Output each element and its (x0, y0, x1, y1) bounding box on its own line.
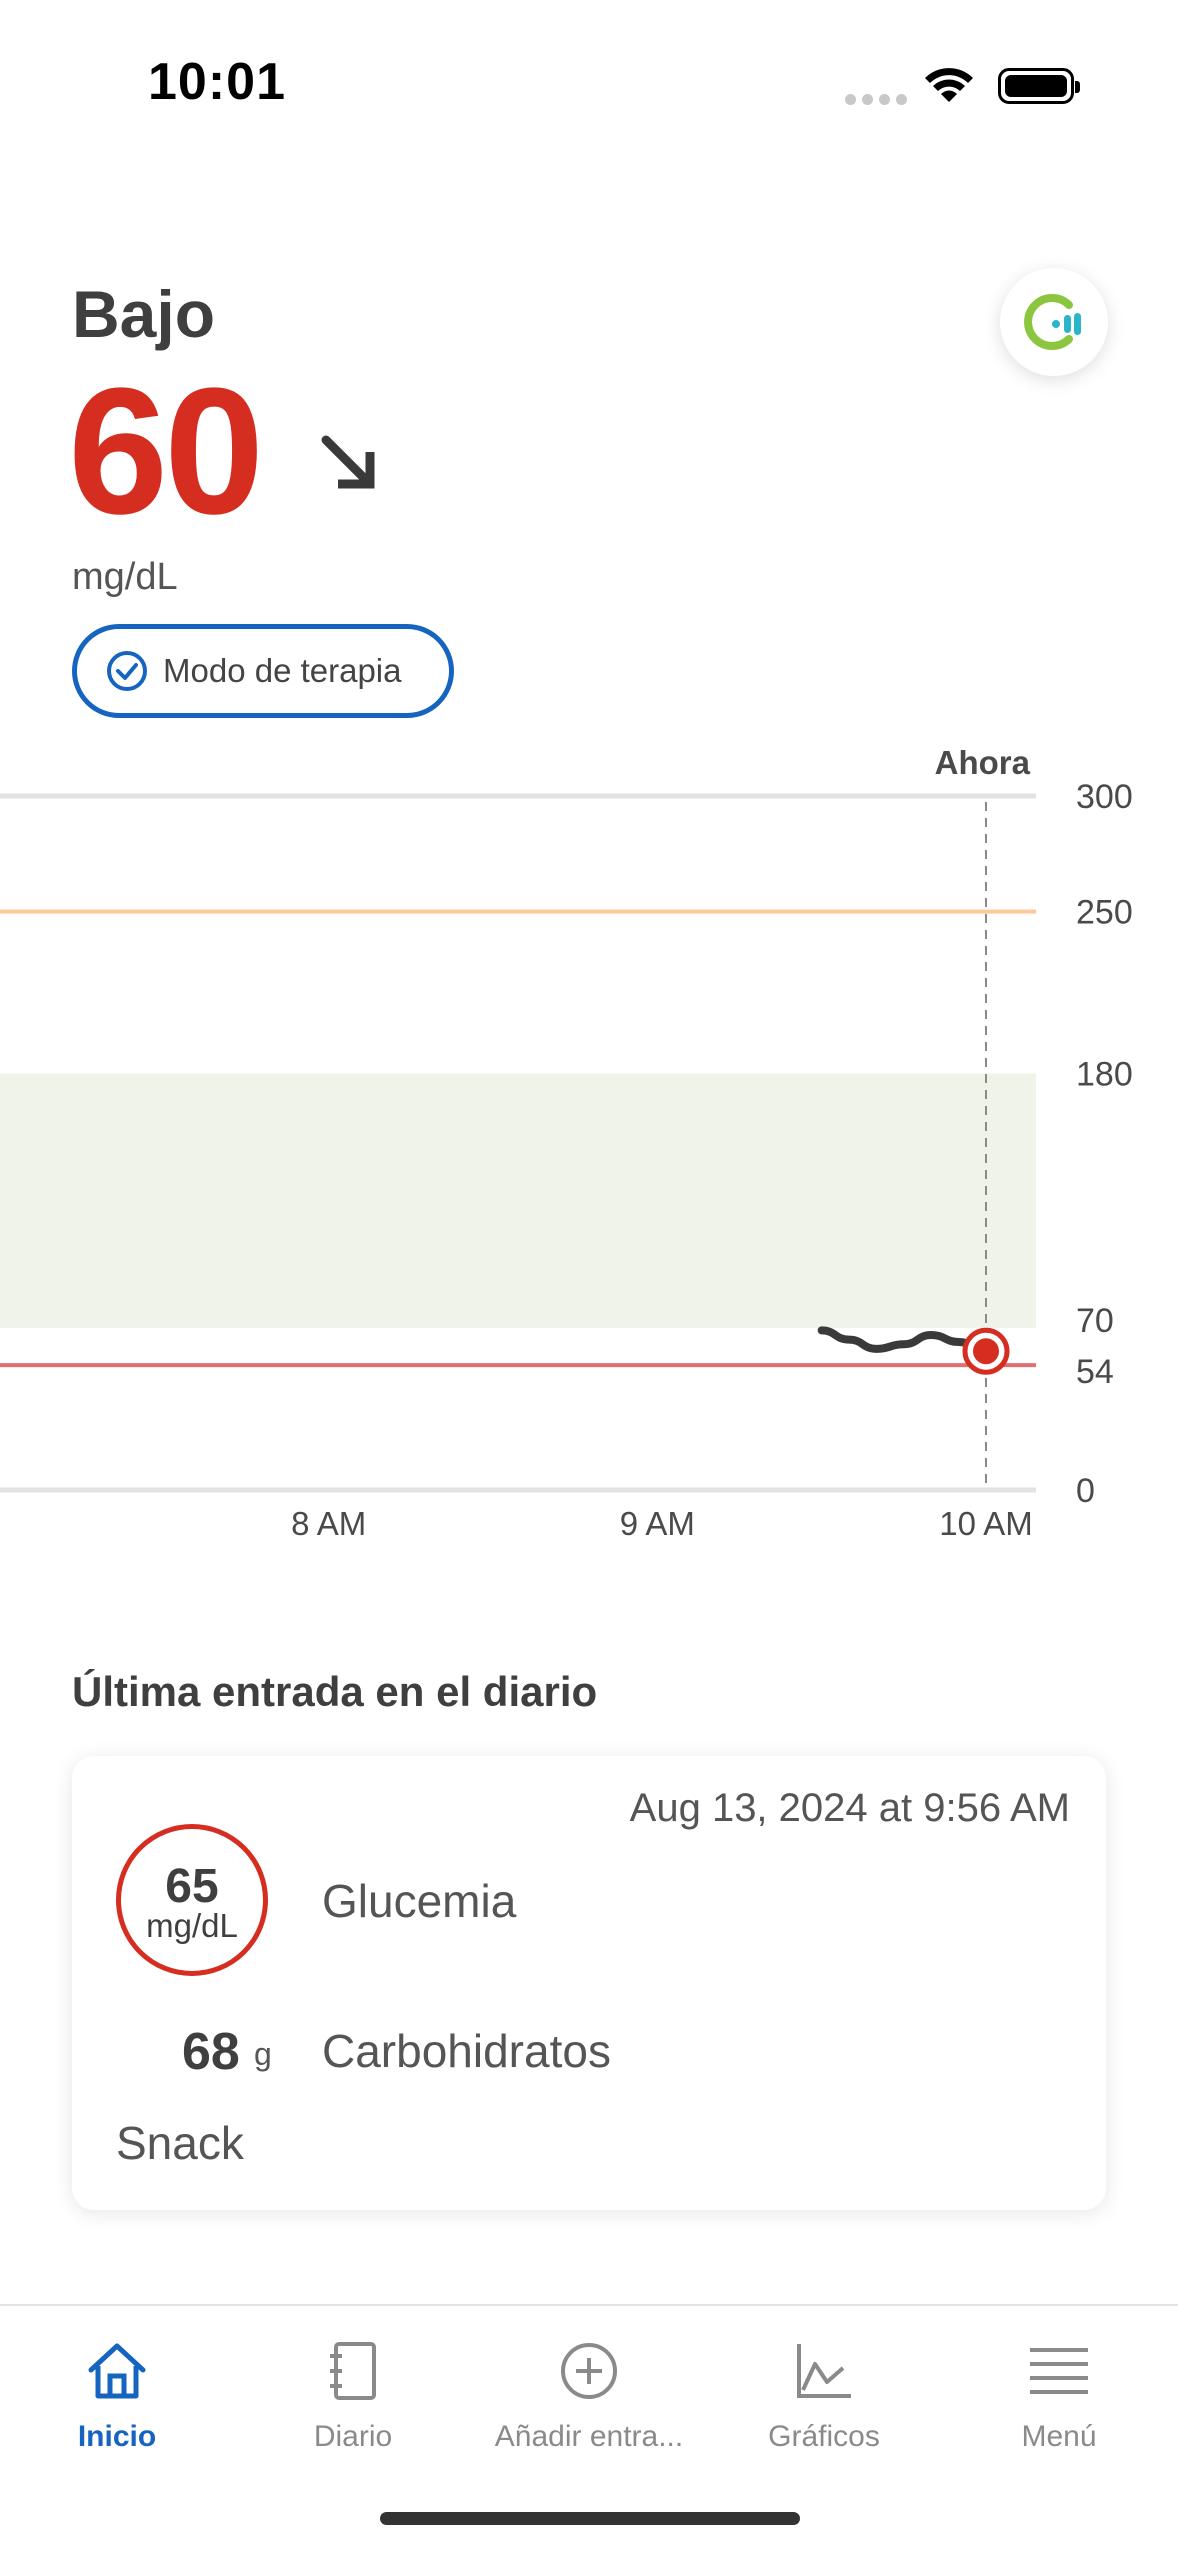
target-range-band (0, 1073, 1036, 1329)
y-tick-label: 250 (1076, 894, 1133, 932)
y-tick-label: 300 (1076, 778, 1133, 816)
journal-glucose-unit: mg/dL (146, 1907, 238, 1944)
journal-section-title: Última entrada en el diario (72, 1668, 598, 1715)
glucose-unit: mg/dL (72, 556, 178, 598)
journal-carbs-unit: g (254, 2036, 272, 2072)
y-tick-label: 0 (1076, 1472, 1095, 1510)
journal-entry-date: Aug 13, 2024 at 9:56 AM (629, 1786, 1070, 1830)
home-icon (88, 2343, 146, 2399)
now-label: Ahora (935, 744, 1031, 781)
status-time: 10:01 (148, 53, 286, 111)
logbook-icon (330, 2342, 376, 2400)
journal-carbs-label: Carbohidratos (322, 2025, 611, 2077)
journal-glucose-value: 65 (165, 1860, 219, 1913)
check-circle-icon (107, 651, 147, 691)
add-circle-icon (561, 2343, 617, 2399)
glucose-reading-badge: 65 mg/dL (116, 1824, 268, 1976)
cellular-signal-icon (845, 92, 913, 110)
wifi-icon (922, 64, 976, 109)
arrow-down-right-icon (318, 432, 382, 501)
tab-menu-label: Menú (1021, 2420, 1097, 2453)
y-tick-label: 70 (1076, 1302, 1114, 1340)
x-tick-label: 8 AM (291, 1505, 366, 1542)
glucose-current-value: 60 (68, 351, 264, 552)
x-tick-label: 9 AM (620, 1505, 695, 1542)
tab-add-entry-label: Añadir entra... (494, 2420, 684, 2453)
tab-inicio[interactable]: Inicio (0, 2336, 237, 2454)
journal-carbs-value: 68 (182, 2023, 240, 2081)
app-logo-icon[interactable] (1000, 268, 1108, 376)
journal-entry-card[interactable]: Aug 13, 2024 at 9:56 AM 65 mg/dL Glucemi… (72, 1756, 1106, 2210)
tab-graficos[interactable]: Gráficos (704, 2336, 944, 2454)
glucose-status-label: Bajo (72, 277, 216, 351)
y-tick-label: 54 (1076, 1353, 1114, 1391)
journal-meal-label: Snack (116, 2117, 244, 2169)
chart-icon (797, 2344, 851, 2398)
tab-menu[interactable]: Menú (939, 2336, 1178, 2454)
tab-inicio-label: Inicio (77, 2420, 157, 2453)
glucose-series-line (817, 1326, 990, 1356)
glucose-trend-chart: Ahora 0 54 70 180 250 300 8 AM 9 AM 10 AM (0, 744, 1133, 1542)
therapy-mode-label: Modo de terapia (163, 652, 402, 689)
tab-graficos-label: Gráficos (768, 2420, 880, 2453)
journal-glucose-label: Glucemia (322, 1875, 517, 1927)
home-indicator (380, 2512, 800, 2525)
tab-add-entry[interactable]: Añadir entra... (469, 2336, 709, 2454)
x-tick-label: 10 AM (939, 1505, 1033, 1542)
tab-diario-label: Diario (313, 2420, 393, 2453)
tab-diario[interactable]: Diario (233, 2336, 473, 2454)
current-reading-point (973, 1338, 999, 1365)
menu-icon (1030, 2348, 1088, 2394)
battery-icon (998, 68, 1080, 104)
therapy-mode-button[interactable]: Modo de terapia (72, 624, 454, 718)
y-tick-label: 180 (1076, 1056, 1133, 1094)
